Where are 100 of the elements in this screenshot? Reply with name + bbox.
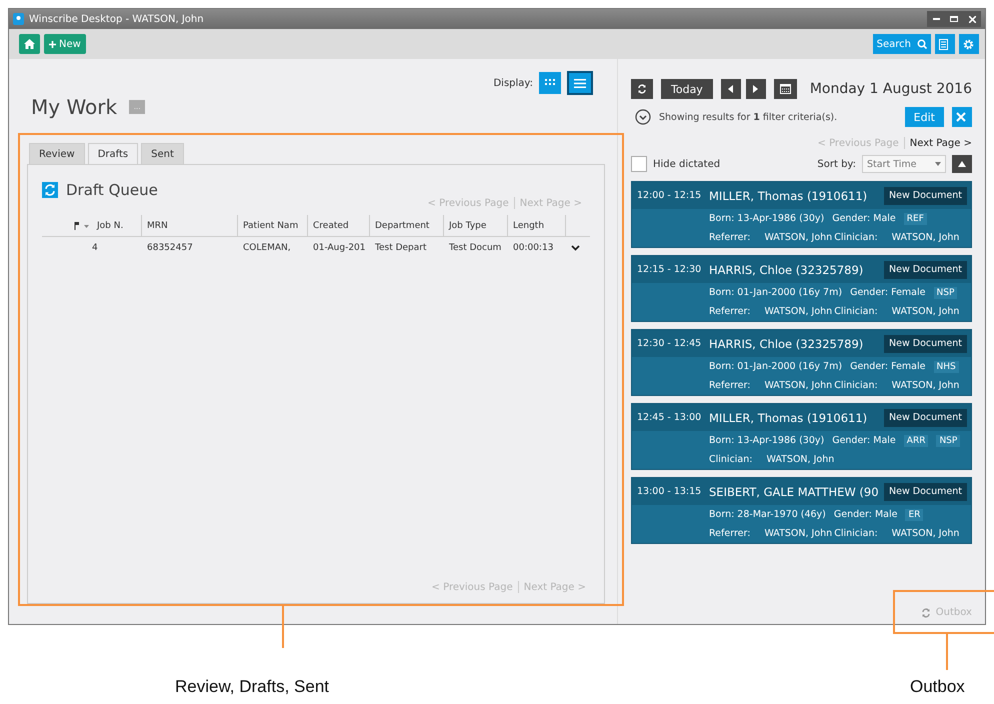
appointment-card[interactable]: 12:00 - 12:15 MILLER, Thomas (1910611) New Document Born: 13-Apr-1986 (30y) Gender: Male REF Referrer: WATSON, John Clinician: WATSON, John <box>631 181 972 248</box>
leader-line <box>282 606 284 648</box>
person-name: WATSON, John <box>892 380 960 391</box>
display-label: Display: <box>493 78 533 88</box>
table-cell-text: Test Depart <box>374 242 428 255</box>
flag-sort-icon[interactable] <box>74 222 90 230</box>
sort-label: Sort by: <box>817 158 856 170</box>
settings-icon <box>963 38 974 50</box>
app-icon <box>13 13 24 25</box>
date-title: Monday 1 August 2016 <box>810 81 972 97</box>
refresh-icon <box>920 608 931 618</box>
new-document-button[interactable]: New Document <box>884 408 967 426</box>
grid-view-button[interactable] <box>539 72 561 94</box>
new-document-button[interactable]: New Document <box>884 482 967 500</box>
appointment-time: 12:45 - 13:00 <box>637 412 702 423</box>
settings-button[interactable] <box>959 34 979 54</box>
close-icon <box>968 16 976 22</box>
clear-filter-button[interactable] <box>952 107 972 127</box>
person-name: WATSON, John <box>892 232 960 243</box>
new-document-button[interactable]: New Document <box>884 334 967 352</box>
column-header[interactable]: Created <box>308 215 370 237</box>
table-cell-text: 01-Aug-201 <box>312 242 367 255</box>
callout-label: Review, Drafts, Sent <box>175 677 330 697</box>
appointment-time: 12:00 - 12:15 <box>637 190 702 201</box>
next-day-button[interactable] <box>746 79 766 99</box>
refresh-icon <box>637 84 647 94</box>
sort-direction-button[interactable] <box>952 155 972 173</box>
patient-name: HARRIS, Chloe (32325789) <box>709 262 864 276</box>
birth-date: Born: 01-Jan-2000 (16y 7m) <box>709 361 842 372</box>
expand-chevron-icon[interactable] <box>571 245 580 251</box>
appointment-card[interactable]: 13:00 - 13:15 SEIBERT, GALE MATTHEW (90 New Document Born: 28-Mar-1970 (46y) Gender: Male ER Referrer: WATSON, John Clinician: WATSON, John <box>631 477 972 544</box>
person-label: Referrer: <box>709 528 750 539</box>
page-title: My Work <box>31 95 118 119</box>
caret-icon <box>934 162 941 166</box>
new-document-button[interactable]: New Document <box>884 260 967 278</box>
today-button[interactable]: Today <box>661 79 713 99</box>
tag: NSP <box>936 434 960 446</box>
person-label: Clinician: <box>834 528 878 539</box>
table-cell-text: COLEMAN, <box>242 242 292 255</box>
tab[interactable]: Review <box>29 143 85 165</box>
person-name: WATSON, John <box>764 380 832 391</box>
column-header[interactable]: Job Type <box>444 215 508 237</box>
left-triangle-icon <box>728 85 734 93</box>
appointment-card[interactable]: 12:45 - 13:00 MILLER, Thomas (1910611) New Document Born: 13-Apr-1986 (30y) Gender: Male ARR NSP Clinician: WATSON, John <box>631 403 972 470</box>
column-header[interactable]: MRN <box>142 215 238 237</box>
gender: Gender: Female <box>850 361 926 372</box>
tag: REF <box>904 212 927 224</box>
column-header[interactable]: Department <box>370 215 444 237</box>
column-header[interactable]: Job N. <box>92 215 142 237</box>
person-label: Clinician: <box>834 380 878 391</box>
list-view-button[interactable] <box>567 71 593 95</box>
calendar-button[interactable] <box>774 79 797 99</box>
birth-date: Born: 13-Apr-1986 (30y) <box>709 435 824 446</box>
birth-date: Born: 01-Jan-2000 (16y 7m) <box>709 287 842 298</box>
tag: ARR <box>904 434 928 446</box>
table-cell-text: Test Docum <box>448 242 502 255</box>
patient-name: MILLER, Thomas (1910611) <box>709 410 868 424</box>
list-icon <box>574 78 586 88</box>
column-header[interactable]: Length <box>508 215 566 237</box>
tab[interactable]: Drafts <box>88 143 138 165</box>
notes-button[interactable] <box>935 34 955 54</box>
person-name: WATSON, John <box>764 306 832 317</box>
maximize-icon <box>950 16 958 22</box>
patient-name: SEIBERT, GALE MATTHEW (90 <box>709 484 880 498</box>
column-header[interactable]: Patient Nam <box>238 215 308 237</box>
person-label: Clinician: <box>709 454 752 465</box>
next-page-link[interactable]: Next Page > <box>910 138 972 148</box>
appointment-card[interactable]: 12:30 - 12:45 HARRIS, Chloe (32325789) New Document Born: 01-Jan-2000 (16y 7m) Gender: Female NHS Referrer: WATSON, John Clinician: WATSON, John <box>631 329 972 396</box>
callout-label: Outbox <box>910 677 965 697</box>
home-button[interactable] <box>19 34 40 54</box>
birth-date: Born: 28-Mar-1970 (46y) <box>709 509 826 520</box>
expand-circle-icon[interactable] <box>635 109 651 125</box>
birth-date: Born: 13-Apr-1986 (30y) <box>709 213 824 224</box>
person-name: WATSON, John <box>764 232 832 243</box>
queue-title: Draft Queue <box>66 181 158 199</box>
sort-dropdown[interactable]: Start Time <box>862 155 946 173</box>
gender: Gender: Male <box>832 435 896 446</box>
table-cell-text: 00:00:13 <box>512 242 554 255</box>
plus-icon <box>49 40 56 48</box>
refresh-button[interactable] <box>631 79 653 99</box>
filter-status-text: Showing results for 1 filter criteria(s). <box>659 112 838 122</box>
patient-name: MILLER, Thomas (1910611) <box>709 188 868 202</box>
calendar-icon <box>780 84 791 94</box>
person-label: Referrer: <box>709 306 750 317</box>
gender: Gender: Female <box>850 287 926 298</box>
new-document-button[interactable]: New Document <box>884 186 967 204</box>
tab[interactable]: Sent <box>141 143 184 165</box>
grid-icon <box>545 79 555 87</box>
refresh-icon <box>42 182 58 198</box>
previous-day-button[interactable] <box>720 79 741 99</box>
appointment-card[interactable]: 12:15 - 12:30 HARRIS, Chloe (32325789) New Document Born: 01-Jan-2000 (16y 7m) Gender: Female NSP Referrer: WATSON, John Clinician: WATSON, John <box>631 255 972 322</box>
tag: ER <box>905 508 924 520</box>
person-label: Clinician: <box>834 306 878 317</box>
checkbox[interactable] <box>631 156 647 172</box>
window-title: Winscribe Desktop - WATSON, John <box>29 14 205 24</box>
table-cell-text: 68352457 <box>146 242 194 255</box>
person-name: WATSON, John <box>766 454 834 465</box>
close-icon <box>956 112 966 122</box>
tag: NHS <box>934 360 959 372</box>
person-label: Clinician: <box>834 232 878 243</box>
